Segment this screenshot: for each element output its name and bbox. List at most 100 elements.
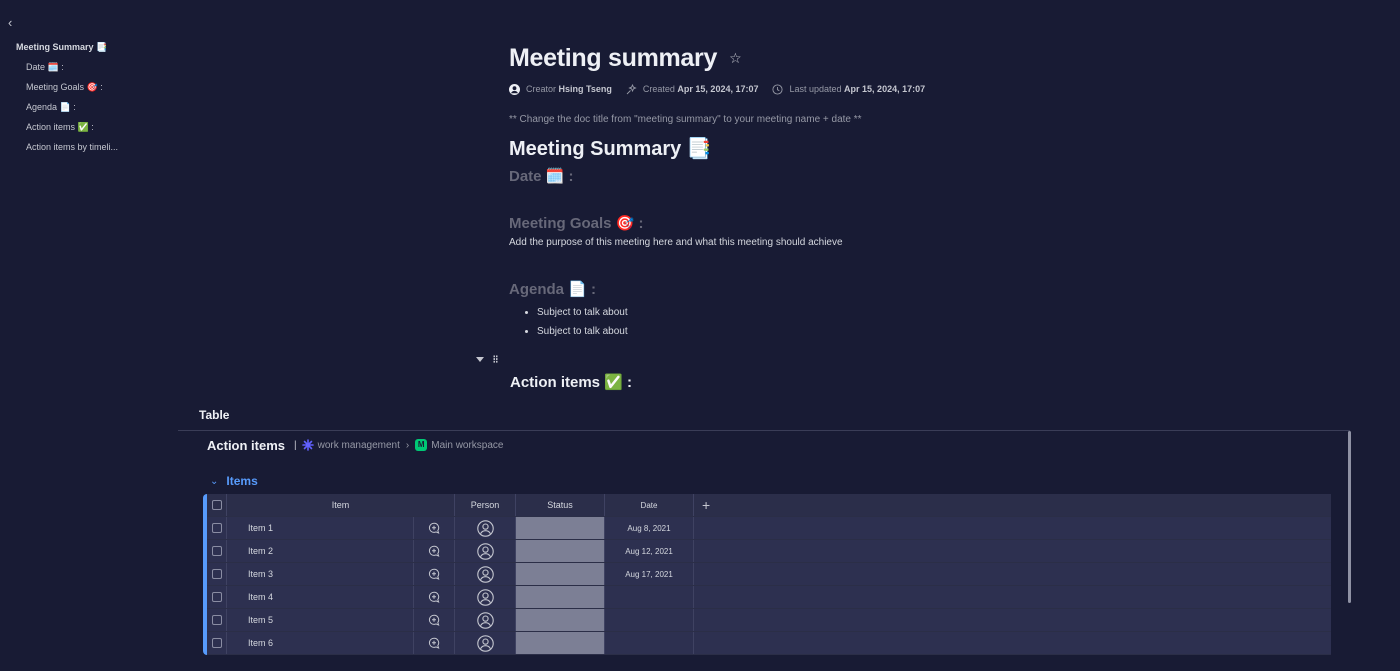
select-all-checkbox[interactable]	[211, 500, 222, 510]
doc-title[interactable]: Meeting summary	[509, 44, 717, 73]
breadcrumb-separator: |	[294, 439, 297, 451]
doc-outline: Meeting Summary 📑 Date 🗓️ : Meeting Goal…	[16, 41, 118, 161]
row-checkbox[interactable]	[211, 615, 222, 625]
breadcrumb-workspace[interactable]: Main workspace	[431, 440, 503, 451]
add-update-icon[interactable]	[414, 632, 455, 654]
goals-heading[interactable]: Meeting Goals 🎯 :	[509, 213, 1109, 235]
status-cell[interactable]	[516, 563, 605, 585]
star-icon[interactable]: ☆	[729, 51, 743, 65]
goals-text[interactable]: Add the purpose of this meeting here and…	[509, 237, 1109, 251]
row-checkbox[interactable]	[211, 638, 222, 648]
action-items-heading[interactable]: Action items ✅ :	[510, 372, 632, 394]
updated-label: Last updated	[789, 84, 842, 94]
row-checkbox[interactable]	[211, 546, 222, 556]
item-name-cell[interactable]: Item 4	[227, 586, 414, 608]
agenda-heading[interactable]: Agenda 📄 :	[509, 279, 1109, 301]
row-checkbox[interactable]	[211, 592, 222, 602]
row-checkbox[interactable]	[211, 569, 222, 579]
empty-cell	[694, 632, 1331, 654]
add-update-icon[interactable]	[414, 563, 455, 585]
board-title[interactable]: Action items	[207, 438, 285, 453]
status-cell[interactable]	[516, 586, 605, 608]
widget-label: Table	[199, 408, 230, 422]
user-icon	[509, 83, 520, 95]
date-cell[interactable]	[605, 632, 694, 654]
creator-label: Creator	[526, 84, 557, 94]
items-table: Item Person Status Date + Item 1 Aug 8, 2…	[203, 494, 1331, 655]
created-info: Created Apr 15, 2024, 17:07	[626, 83, 759, 95]
updated-value: Apr 15, 2024, 17:07	[844, 84, 926, 94]
add-update-icon[interactable]	[414, 609, 455, 631]
add-update-icon[interactable]	[414, 540, 455, 562]
document: Meeting summary ☆ Creator Hsing Tseng Cr…	[509, 40, 1109, 341]
table-row[interactable]: Item 6	[207, 632, 1331, 655]
item-name-cell[interactable]: Item 6	[227, 632, 414, 654]
date-heading[interactable]: Date 🗓️ :	[509, 166, 1109, 188]
creator-name[interactable]: Hsing Tseng	[559, 84, 612, 94]
back-chevron-icon[interactable]: ‹	[8, 16, 20, 30]
breadcrumb: | work management › M Main workspace	[294, 439, 504, 451]
date-cell[interactable]: Aug 8, 2021	[605, 517, 694, 539]
item-name-cell[interactable]: Item 5	[227, 609, 414, 631]
date-cell[interactable]	[605, 609, 694, 631]
doc-meta: Creator Hsing Tseng Created Apr 15, 2024…	[509, 81, 1109, 97]
item-name-cell[interactable]: Item 2	[227, 540, 414, 562]
sparkle-icon	[626, 83, 637, 94]
block-controls	[476, 355, 498, 363]
status-cell[interactable]	[516, 517, 605, 539]
empty-cell	[694, 609, 1331, 631]
outline-item-date[interactable]: Date 🗓️ :	[16, 61, 118, 81]
column-header-status[interactable]: Status	[516, 494, 605, 516]
outline-item-action-items[interactable]: Action items ✅ :	[16, 121, 118, 141]
row-checkbox[interactable]	[211, 523, 222, 533]
doc-note[interactable]: ** Change the doc title from "meeting su…	[509, 114, 1109, 128]
agenda-item[interactable]: Subject to talk about	[537, 322, 1109, 341]
breadcrumb-product[interactable]: work management	[318, 440, 400, 451]
item-name-cell[interactable]: Item 3	[227, 563, 414, 585]
creator-info: Creator Hsing Tseng	[509, 83, 612, 95]
status-cell[interactable]	[516, 540, 605, 562]
outline-item-meeting-goals[interactable]: Meeting Goals 🎯 :	[16, 81, 118, 101]
date-cell[interactable]: Aug 17, 2021	[605, 563, 694, 585]
outline-item-agenda[interactable]: Agenda 📄 :	[16, 101, 118, 121]
clock-icon	[772, 83, 784, 95]
created-value: Apr 15, 2024, 17:07	[677, 84, 759, 94]
outline-item-action-items-timeline[interactable]: Action items by timeli...	[16, 141, 118, 161]
person-avatar-icon[interactable]	[455, 517, 516, 539]
empty-cell	[694, 586, 1331, 608]
date-cell[interactable]	[605, 586, 694, 608]
table-row[interactable]: Item 4	[207, 586, 1331, 609]
chevron-down-icon[interactable]: ⌄	[210, 476, 218, 487]
person-avatar-icon[interactable]	[455, 563, 516, 585]
empty-cell	[694, 540, 1331, 562]
table-row[interactable]: Item 3 Aug 17, 2021	[207, 563, 1331, 586]
agenda-item[interactable]: Subject to talk about	[537, 303, 1109, 322]
workspace-badge: M	[415, 439, 428, 451]
doc-heading[interactable]: Meeting Summary 📑	[509, 134, 1109, 164]
created-label: Created	[642, 84, 675, 94]
date-cell[interactable]: Aug 12, 2021	[605, 540, 694, 562]
column-header-date[interactable]: Date	[605, 494, 694, 516]
collapse-caret-icon[interactable]	[476, 356, 484, 362]
table-row[interactable]: Item 1 Aug 8, 2021	[207, 517, 1331, 540]
group-title[interactable]: Items	[226, 474, 257, 488]
drag-handle-icon[interactable]	[493, 355, 498, 363]
item-name-cell[interactable]: Item 1	[227, 517, 414, 539]
add-update-icon[interactable]	[414, 517, 455, 539]
person-avatar-icon[interactable]	[455, 586, 516, 608]
status-cell[interactable]	[516, 632, 605, 654]
group-header[interactable]: ⌄ Items	[210, 474, 258, 488]
scrollbar[interactable]	[1348, 431, 1351, 603]
chevron-right-icon: ›	[405, 439, 410, 451]
person-avatar-icon[interactable]	[455, 632, 516, 654]
column-header-item[interactable]: Item	[227, 494, 455, 516]
column-header-person[interactable]: Person	[455, 494, 516, 516]
table-row[interactable]: Item 2 Aug 12, 2021	[207, 540, 1331, 563]
status-cell[interactable]	[516, 609, 605, 631]
add-column-icon[interactable]: +	[702, 498, 710, 512]
person-avatar-icon[interactable]	[455, 609, 516, 631]
add-update-icon[interactable]	[414, 586, 455, 608]
outline-item-meeting-summary[interactable]: Meeting Summary 📑	[16, 41, 118, 61]
person-avatar-icon[interactable]	[455, 540, 516, 562]
table-row[interactable]: Item 5	[207, 609, 1331, 632]
